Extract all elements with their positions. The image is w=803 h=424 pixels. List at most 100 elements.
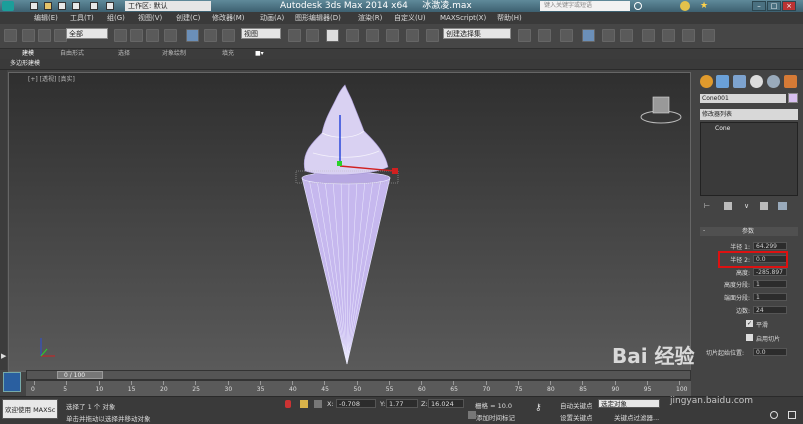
display-tab-icon[interactable] bbox=[767, 75, 780, 88]
select-move-icon[interactable] bbox=[186, 29, 199, 42]
render-setup-icon[interactable] bbox=[662, 29, 675, 42]
viewcube[interactable] bbox=[640, 96, 682, 124]
graphite-toggle-icon[interactable] bbox=[582, 29, 595, 42]
add-time-tag[interactable]: 添加时间标记 bbox=[476, 412, 515, 422]
perspective-viewport[interactable] bbox=[8, 72, 691, 372]
mirror-icon[interactable] bbox=[518, 29, 531, 42]
unlink-icon[interactable] bbox=[38, 29, 51, 42]
menu-views[interactable]: 视图(V) bbox=[138, 12, 162, 24]
time-slider-thumb[interactable]: 0 / 100 bbox=[57, 371, 103, 379]
motion-tab-icon[interactable] bbox=[750, 75, 763, 88]
smooth-checkbox[interactable]: ✓ bbox=[746, 320, 753, 327]
schematic-view-icon[interactable] bbox=[620, 29, 633, 42]
percent-snap-icon[interactable] bbox=[386, 29, 399, 42]
sides-input[interactable]: 24 bbox=[753, 306, 787, 314]
modify-tab-icon[interactable] bbox=[716, 75, 729, 88]
utilities-tab-icon[interactable] bbox=[784, 75, 797, 88]
rect-selection-icon[interactable] bbox=[146, 29, 159, 42]
app-logo-icon[interactable] bbox=[2, 1, 14, 11]
track-bar[interactable]: 0 5 10 15 20 25 30 35 40 45 50 55 60 65 70 75 80 85 90 95 10… bbox=[26, 380, 691, 397]
snap-3d-icon[interactable] bbox=[346, 29, 359, 42]
material-editor-icon[interactable] bbox=[642, 29, 655, 42]
show-end-result-icon[interactable] bbox=[724, 202, 732, 210]
cone-object[interactable] bbox=[301, 171, 391, 365]
maxscript-listener[interactable]: 欢迎使用 MAXSc bbox=[2, 399, 58, 419]
viewport-layout-arrow-icon[interactable]: ▶ bbox=[1, 352, 7, 360]
create-tab-icon[interactable] bbox=[700, 75, 713, 88]
ribbon-options-icon[interactable]: ■▾ bbox=[255, 49, 264, 59]
make-unique-icon[interactable]: ∨ bbox=[744, 202, 752, 210]
maximize-viewport-icon[interactable] bbox=[788, 411, 796, 419]
object-name-field[interactable]: Cone001 bbox=[700, 94, 786, 103]
open-file-icon[interactable] bbox=[44, 2, 52, 10]
menu-tools[interactable]: 工具(T) bbox=[70, 12, 94, 24]
menu-graph-editors[interactable]: 图形编辑器(D) bbox=[295, 12, 341, 24]
keyboard-shortcut-icon[interactable] bbox=[326, 29, 339, 42]
menu-help[interactable]: 帮助(H) bbox=[497, 12, 522, 24]
maximize-button[interactable]: □ bbox=[767, 1, 781, 11]
reference-coord-dropdown[interactable]: 视图 bbox=[241, 28, 281, 39]
slice-on-checkbox[interactable] bbox=[746, 334, 753, 341]
spinner-snap-icon[interactable] bbox=[406, 29, 419, 42]
hold-icon[interactable] bbox=[106, 2, 114, 10]
selection-filter-dropdown[interactable]: 全部 bbox=[66, 28, 108, 39]
modifier-stack[interactable]: Cone bbox=[700, 122, 798, 196]
select-by-name-icon[interactable] bbox=[130, 29, 143, 42]
key-filters-button[interactable]: 关键点过滤器... bbox=[614, 412, 659, 422]
lock-selection-icon[interactable] bbox=[300, 400, 308, 408]
ribbon-tab-modeling[interactable]: 建模 bbox=[22, 49, 34, 59]
modifier-list-dropdown[interactable]: 修改器列表 bbox=[700, 109, 798, 120]
menu-animation[interactable]: 动画(A) bbox=[260, 12, 284, 24]
add-time-tag-icon[interactable] bbox=[468, 411, 476, 419]
hierarchy-tab-icon[interactable] bbox=[733, 75, 746, 88]
menu-customize[interactable]: 自定义(U) bbox=[394, 12, 426, 24]
key-mode-dropdown[interactable]: 选定对象 bbox=[598, 399, 660, 408]
height-input[interactable]: -285.897 bbox=[753, 268, 787, 276]
parameters-rollout-header[interactable]: - 参数 bbox=[700, 227, 798, 236]
ribbon-sub-tab-polygon-modeling[interactable]: 多边形建模 bbox=[10, 59, 40, 69]
angle-snap-icon[interactable] bbox=[366, 29, 379, 42]
render-production-icon[interactable] bbox=[702, 29, 715, 42]
select-scale-icon[interactable] bbox=[222, 29, 235, 42]
time-config-button[interactable] bbox=[3, 372, 21, 392]
undo-toolbar-icon[interactable] bbox=[4, 29, 17, 42]
search-input[interactable]: 键入关键字或短语 bbox=[540, 1, 630, 11]
z-coordinate[interactable]: 16.024 bbox=[428, 399, 464, 408]
manipulate-icon[interactable] bbox=[306, 29, 319, 42]
ice-cream-object[interactable] bbox=[303, 84, 389, 176]
menu-create[interactable]: 创建(C) bbox=[176, 12, 200, 24]
set-key-button[interactable]: 设置关键点 bbox=[560, 412, 593, 422]
stack-item-cone[interactable]: Cone bbox=[715, 125, 730, 132]
edit-named-sets-icon[interactable] bbox=[426, 29, 439, 42]
undo-icon[interactable] bbox=[72, 2, 80, 10]
select-rotate-icon[interactable] bbox=[204, 29, 217, 42]
redo-icon[interactable] bbox=[90, 2, 98, 10]
pivot-icon[interactable] bbox=[288, 29, 301, 42]
close-button[interactable]: × bbox=[782, 1, 796, 11]
ribbon-tab-freeform[interactable]: 自由形式 bbox=[60, 49, 84, 59]
menu-group[interactable]: 组(G) bbox=[107, 12, 125, 24]
configure-sets-icon[interactable] bbox=[778, 202, 787, 210]
ribbon-tab-selection[interactable]: 选择 bbox=[118, 49, 130, 59]
menu-modifiers[interactable]: 修改器(M) bbox=[212, 12, 245, 24]
ribbon-tab-object-paint[interactable]: 对象绘制 bbox=[162, 49, 186, 59]
star-icon[interactable]: ★ bbox=[700, 1, 710, 11]
minimize-button[interactable]: – bbox=[752, 1, 766, 11]
viewport-label[interactable]: [+] [透视] [真实] bbox=[28, 74, 75, 83]
object-color-swatch[interactable] bbox=[788, 93, 798, 103]
align-icon[interactable] bbox=[538, 29, 551, 42]
save-icon[interactable] bbox=[58, 2, 66, 10]
key-icon[interactable]: ⚷ bbox=[535, 403, 549, 413]
absolute-mode-icon[interactable] bbox=[314, 400, 322, 408]
select-object-icon[interactable] bbox=[114, 29, 127, 42]
y-coordinate[interactable]: 1.77 bbox=[386, 399, 418, 408]
help-icon[interactable] bbox=[680, 1, 690, 11]
curve-editor-icon[interactable] bbox=[602, 29, 615, 42]
workspace-dropdown[interactable]: 工作区: 默认 bbox=[125, 1, 211, 11]
cap-segments-input[interactable]: 1 bbox=[753, 293, 787, 301]
zoom-icon[interactable] bbox=[770, 411, 778, 419]
auto-key-button[interactable]: 自动关键点 bbox=[560, 400, 593, 410]
remove-modifier-icon[interactable] bbox=[760, 202, 768, 210]
pin-stack-icon[interactable]: ⊢ bbox=[704, 202, 712, 210]
named-selection-dropdown[interactable]: 创建选择集 bbox=[443, 28, 511, 39]
